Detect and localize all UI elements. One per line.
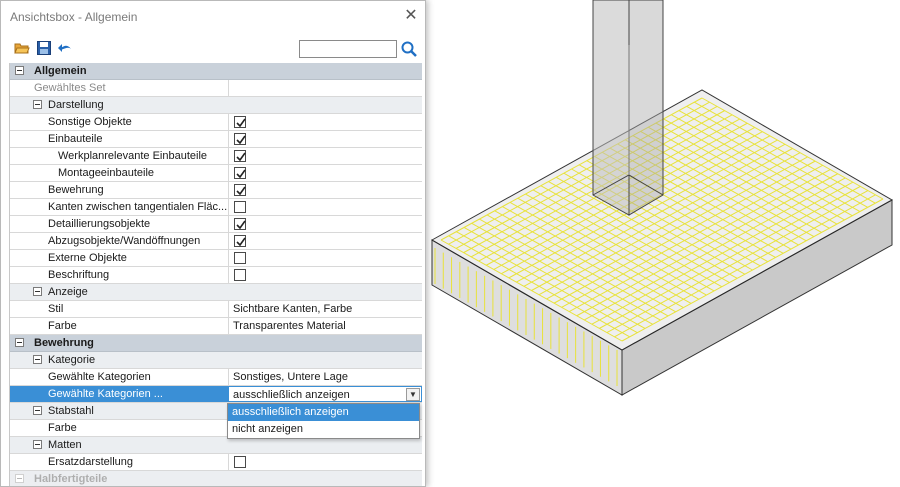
row-abzugsobjekte[interactable]: Abzugsobjekte/Wandöffnungen xyxy=(10,233,422,250)
row-gewaehlte-kategorien-mode[interactable]: Gewählte Kategorien ... ausschließlich a… xyxy=(10,386,422,403)
collapse-icon[interactable] xyxy=(15,338,24,347)
collapse-icon[interactable] xyxy=(33,355,42,364)
3d-viewport[interactable] xyxy=(427,0,900,487)
search-input[interactable] xyxy=(299,40,397,58)
checkbox-montageeinbauteile[interactable] xyxy=(234,167,246,179)
save-icon[interactable] xyxy=(36,40,52,56)
collapse-icon[interactable] xyxy=(33,440,42,449)
column-front xyxy=(592,0,630,216)
row-stil[interactable]: Stil Sichtbare Kanten, Farbe xyxy=(10,301,422,318)
row-bewehrung[interactable]: Bewehrung xyxy=(10,182,422,199)
row-detaillierungsobjekte[interactable]: Detaillierungsobjekte xyxy=(10,216,422,233)
row-sonstige-objekte[interactable]: Sonstige Objekte xyxy=(10,114,422,131)
toolbar xyxy=(1,35,425,61)
stil-value[interactable]: Sichtbare Kanten, Farbe xyxy=(228,301,422,317)
row-montageeinbauteile[interactable]: Montageeinbauteile xyxy=(10,165,422,182)
farbe-value[interactable]: Transparentes Material xyxy=(228,318,422,334)
mode-select[interactable]: ausschließlich anzeigen ▼ xyxy=(228,386,422,402)
group-kategorie[interactable]: Kategorie xyxy=(10,352,422,369)
row-externe-objekte[interactable]: Externe Objekte xyxy=(10,250,422,267)
slab-3d-render xyxy=(430,0,894,396)
row-gewaehlte-kategorien[interactable]: Gewählte Kategorien Sonstiges, Untere La… xyxy=(10,369,422,386)
search-icon[interactable] xyxy=(400,40,418,58)
undo-icon[interactable] xyxy=(57,40,73,56)
column-side xyxy=(628,0,664,216)
group-darstellung[interactable]: Darstellung xyxy=(10,97,422,114)
open-folder-icon[interactable] xyxy=(14,40,30,56)
mode-select-value: ausschließlich anzeigen xyxy=(233,389,350,401)
checkbox-einbauteile[interactable] xyxy=(234,133,246,145)
row-gewaehltes-set[interactable]: Gewähltes Set xyxy=(10,80,422,97)
collapse-icon[interactable] xyxy=(33,100,42,109)
checkbox-kanten[interactable] xyxy=(234,201,246,213)
collapse-icon[interactable] xyxy=(33,287,42,296)
checkbox-ersatzdarstellung[interactable] xyxy=(234,456,246,468)
close-icon[interactable]: ✕ xyxy=(401,6,421,26)
gewaehltes-set-value[interactable] xyxy=(228,80,422,96)
dropdown-option[interactable]: nicht anzeigen xyxy=(228,421,419,438)
row-ersatzdarstellung[interactable]: Ersatzdarstellung xyxy=(10,454,422,471)
row-farbe[interactable]: Farbe Transparentes Material xyxy=(10,318,422,335)
group-matten[interactable]: Matten xyxy=(10,437,422,454)
row-werkplanrelevante-einbauteile[interactable]: Werkplanrelevante Einbauteile xyxy=(10,148,422,165)
checkbox-sonstige-objekte[interactable] xyxy=(234,116,246,128)
group-allgemein[interactable]: Allgemein xyxy=(10,63,422,80)
row-beschriftung[interactable]: Beschriftung xyxy=(10,267,422,284)
chevron-down-icon[interactable]: ▼ xyxy=(406,388,420,401)
group-anzeige[interactable]: Anzeige xyxy=(10,284,422,301)
group-bewehrung[interactable]: Bewehrung xyxy=(10,335,422,352)
title-bar: Ansichtsbox - Allgemein ✕ xyxy=(1,1,425,33)
dropdown-option[interactable]: ausschließlich anzeigen xyxy=(228,404,419,421)
collapse-icon[interactable] xyxy=(15,474,24,483)
gewaehlte-kategorien-value[interactable]: Sonstiges, Untere Lage xyxy=(228,369,422,385)
group-halbfertigteile[interactable]: Halbfertigteile xyxy=(10,471,422,486)
checkbox-detaillierungsobjekte[interactable] xyxy=(234,218,246,230)
checkbox-werkplanrelevante[interactable] xyxy=(234,150,246,162)
row-einbauteile[interactable]: Einbauteile xyxy=(10,131,422,148)
checkbox-bewehrung[interactable] xyxy=(234,184,246,196)
collapse-icon[interactable] xyxy=(33,406,42,415)
row-kanten[interactable]: Kanten zwischen tangentialen Fläc... xyxy=(10,199,422,216)
mode-dropdown-list: ausschließlich anzeigen nicht anzeigen xyxy=(227,403,420,439)
checkbox-externe-objekte[interactable] xyxy=(234,252,246,264)
window-title: Ansichtsbox - Allgemein xyxy=(10,10,138,24)
collapse-icon[interactable] xyxy=(15,66,24,75)
checkbox-abzugsobjekte[interactable] xyxy=(234,235,246,247)
checkbox-beschriftung[interactable] xyxy=(234,269,246,281)
